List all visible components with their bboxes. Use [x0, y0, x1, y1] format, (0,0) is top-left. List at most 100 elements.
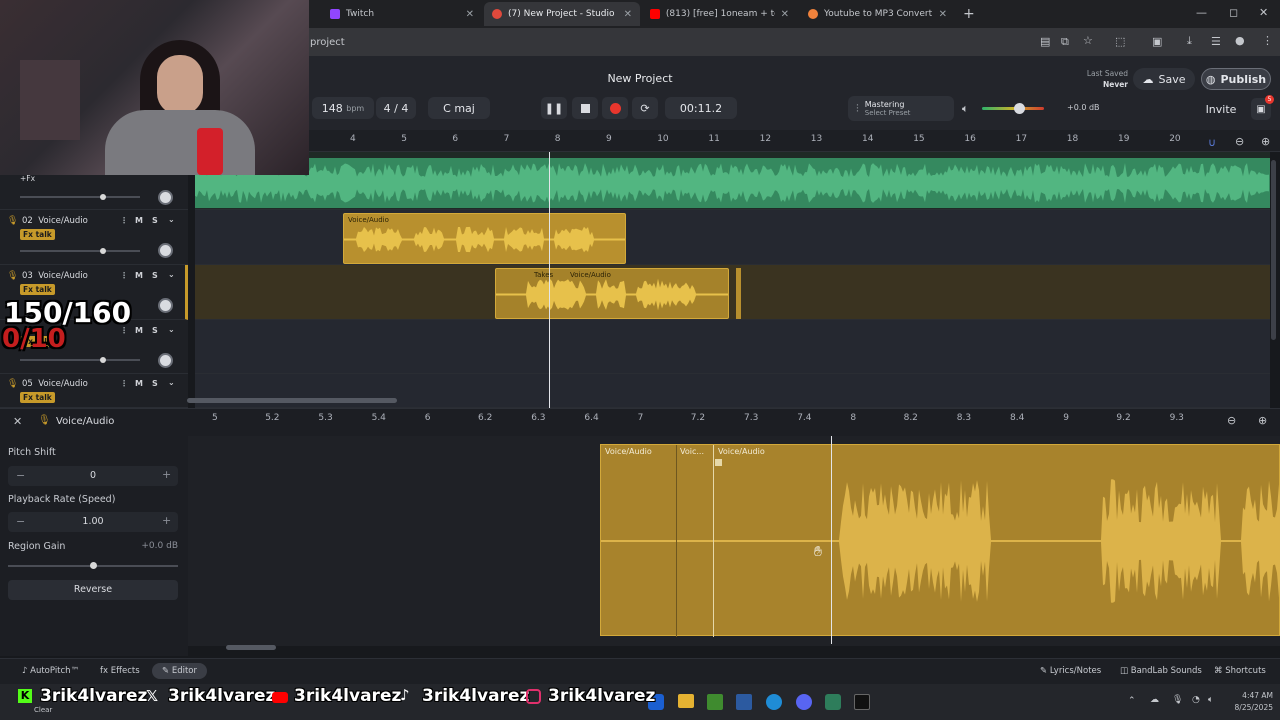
increment-button[interactable]: +	[162, 468, 171, 481]
mastering-button[interactable]: ⫶ Mastering Select Preset	[848, 96, 954, 121]
shortcuts-button[interactable]: ⌘ Shortcuts	[1214, 666, 1266, 676]
epic-games-icon[interactable]	[854, 694, 870, 710]
download-icon[interactable]: ⤓	[1187, 34, 1192, 48]
clock-date[interactable]: 8/25/2025	[1225, 703, 1273, 712]
fx-badge[interactable]: Fx talk	[20, 392, 55, 403]
pause-button[interactable]: ❚❚	[541, 97, 567, 119]
record-button[interactable]	[602, 97, 628, 119]
tab-twitch[interactable]: Twitch ✕	[322, 2, 482, 26]
close-icon[interactable]: ✕	[939, 9, 947, 20]
fx-badge[interactable]: Fx talk	[20, 229, 55, 240]
chevron-down-icon[interactable]: ⌄	[168, 270, 175, 279]
invite-button[interactable]: Invite	[1200, 99, 1242, 119]
close-icon[interactable]: ✕	[781, 9, 789, 20]
mic-tray-icon[interactable]: 🎙︎	[1172, 695, 1183, 705]
editor-zoom-out-icon[interactable]: ⊖	[1227, 414, 1236, 427]
chevron-down-icon[interactable]: ⌄	[168, 325, 175, 334]
profile-icon[interactable]: ●	[1235, 34, 1245, 47]
bandlab-sounds-button[interactable]: ◫ BandLab Sounds	[1120, 666, 1202, 676]
clip-edge-handle[interactable]	[736, 268, 741, 319]
star-icon[interactable]: ☆	[1083, 34, 1093, 47]
pan-knob[interactable]	[158, 190, 173, 205]
minecraft-icon[interactable]	[707, 694, 723, 710]
pan-knob[interactable]	[158, 353, 173, 368]
speaker-icon[interactable]: 🔈︎	[962, 102, 969, 116]
fade-handle[interactable]	[715, 459, 722, 466]
track-header-5[interactable]: 🎙︎ 05 Voice/Audio Fx talk ⋮ M S ⌄	[0, 374, 188, 408]
clock-time[interactable]: 4:47 AM	[1225, 691, 1273, 700]
solo-button[interactable]: S	[152, 216, 158, 225]
project-title[interactable]: New Project	[540, 72, 740, 85]
volume-tray-icon[interactable]: 🔈︎	[1208, 695, 1213, 705]
gain-handle[interactable]	[90, 562, 97, 569]
mute-button[interactable]: M	[135, 271, 143, 280]
file-explorer-icon[interactable]	[678, 694, 694, 708]
track-lane-3[interactable]: Takes Voice/Audio	[195, 265, 1270, 320]
track-lane-4[interactable]	[195, 320, 1270, 374]
pitch-shift-value[interactable]: 0	[8, 470, 178, 481]
track-volume-slider[interactable]	[20, 248, 140, 254]
store-icon[interactable]	[736, 694, 752, 710]
save-button[interactable]: ☁ Save	[1133, 68, 1195, 90]
minimize-icon[interactable]: —	[1196, 6, 1207, 19]
editor-clip[interactable]: Voice/Audio Voic... Voice/Audio	[600, 444, 1280, 637]
editor-scrollbar[interactable]	[226, 645, 276, 650]
mute-button[interactable]: M	[135, 326, 143, 335]
kebab-icon[interactable]: ⋮	[120, 379, 128, 388]
onedrive-icon[interactable]: ☁	[1150, 695, 1159, 705]
playback-rate-value[interactable]: 1.00	[8, 516, 178, 527]
editor-zoom-in-icon[interactable]: ⊕	[1258, 414, 1267, 427]
takes-clip[interactable]: Takes Voice/Audio	[495, 268, 729, 319]
close-icon[interactable]: ✕	[624, 9, 632, 20]
solo-button[interactable]: S	[152, 271, 158, 280]
kebab-icon[interactable]: ⋮	[120, 271, 128, 280]
magnet-icon[interactable]: ∪	[1208, 136, 1216, 149]
reverse-button[interactable]: Reverse	[8, 580, 178, 600]
region-gain-slider[interactable]	[8, 562, 178, 569]
fx-badge[interactable]: Fx talk	[20, 284, 55, 295]
cast-icon[interactable]: ⧉	[1061, 35, 1069, 49]
audio-clip[interactable]: Voice/Audio	[343, 213, 626, 264]
add-fx-label[interactable]: +Fx	[20, 174, 35, 183]
edge-icon[interactable]	[766, 694, 782, 710]
extensions-icon[interactable]: ⬚	[1115, 35, 1125, 48]
track-volume-slider[interactable]	[20, 357, 140, 363]
editor-lane[interactable]: Voice/Audio Voic... Voice/Audio ✋︎	[188, 436, 1280, 646]
app-icon[interactable]	[825, 694, 841, 710]
window-close-icon[interactable]: ✕	[1259, 6, 1268, 19]
increment-button[interactable]: +	[162, 514, 171, 527]
track-lane-2[interactable]: Voice/Audio	[195, 210, 1270, 265]
horizontal-scrollbar[interactable]	[187, 398, 397, 403]
track-lane-1[interactable]	[195, 152, 1270, 210]
bookmark-list-icon[interactable]: ▤	[1040, 35, 1050, 48]
tab-youtube[interactable]: (813) [free] 1oneam + tdf + cha ✕	[642, 2, 797, 26]
tray-chevron-icon[interactable]: ⌃	[1128, 696, 1136, 706]
tab-converter[interactable]: Youtube to MP3 Converter (Ad ✕	[800, 2, 955, 26]
vertical-scrollbar[interactable]	[1271, 160, 1276, 340]
playback-rate-stepper[interactable]: − 1.00 +	[8, 512, 178, 532]
autopitch-tab[interactable]: ♪ AutoPitch™	[22, 666, 79, 676]
close-icon[interactable]: ✕	[466, 9, 474, 20]
effects-tab[interactable]: fx Effects	[100, 666, 140, 676]
beat-clip[interactable]	[195, 158, 1270, 208]
solo-button[interactable]: S	[152, 326, 158, 335]
split-icon[interactable]: ▣	[1152, 35, 1162, 48]
loop-button[interactable]: ⟳	[632, 97, 658, 119]
publish-button[interactable]: ◍ Publish	[1201, 68, 1271, 90]
playhead[interactable]	[549, 152, 550, 408]
pitch-shift-stepper[interactable]: − 0 +	[8, 466, 178, 486]
slider-handle[interactable]	[100, 194, 106, 200]
editor-tab[interactable]: ✎ Editor	[152, 663, 207, 679]
kebab-icon[interactable]: ⋮	[120, 216, 128, 225]
slider-handle[interactable]	[100, 248, 106, 254]
mute-button[interactable]: M	[135, 379, 143, 388]
solo-button[interactable]: S	[152, 379, 158, 388]
editor-playhead[interactable]	[831, 436, 832, 644]
chevron-down-icon[interactable]: ⌄	[168, 215, 175, 224]
wifi-icon[interactable]: ◔	[1192, 695, 1200, 705]
new-tab-icon[interactable]: +	[963, 6, 975, 22]
timeline-ruler[interactable]: 4 5 6 7 8 9 10 11 12 13 14 15 16 17 18 19 20	[190, 130, 1280, 152]
slider-handle[interactable]	[100, 357, 106, 363]
zoom-out-icon[interactable]: ⊖	[1235, 135, 1244, 148]
pan-knob[interactable]	[158, 298, 173, 313]
